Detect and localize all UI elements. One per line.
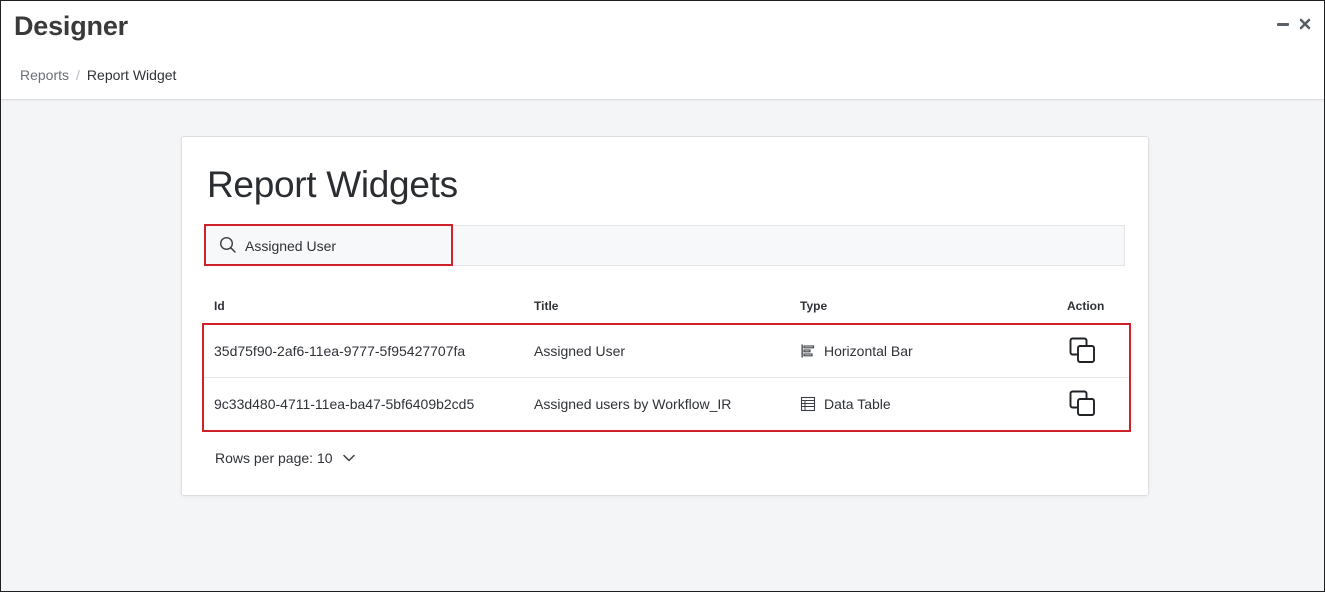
rows-highlight-box bbox=[202, 323, 1131, 432]
report-widgets-card: Report Widgets Id Title Type Action 35d7… bbox=[181, 136, 1149, 496]
search-icon bbox=[219, 236, 236, 253]
app-window: Designer Reports / Report Widget Report … bbox=[0, 0, 1325, 592]
search-input[interactable] bbox=[245, 226, 645, 265]
rows-per-page-label: Rows per page: 10 bbox=[215, 450, 333, 466]
chevron-down-icon bbox=[342, 454, 355, 462]
minimize-icon bbox=[1277, 22, 1289, 26]
app-header: Designer Reports / Report Widget bbox=[1, 1, 1324, 100]
column-header-type[interactable]: Type bbox=[800, 299, 827, 313]
breadcrumb-reports-link[interactable]: Reports bbox=[20, 67, 69, 83]
column-header-id[interactable]: Id bbox=[214, 299, 225, 313]
rows-per-page-select[interactable]: Rows per page: 10 bbox=[215, 450, 356, 466]
breadcrumb: Reports / Report Widget bbox=[20, 67, 176, 83]
breadcrumb-current: Report Widget bbox=[86, 67, 177, 83]
page-title: Report Widgets bbox=[207, 164, 458, 205]
search-bar[interactable] bbox=[204, 225, 1125, 266]
app-title: Designer bbox=[14, 11, 128, 41]
window-controls bbox=[1276, 15, 1312, 33]
column-header-title[interactable]: Title bbox=[534, 299, 558, 313]
column-header-action: Action bbox=[1067, 299, 1105, 313]
minimize-button[interactable] bbox=[1276, 15, 1290, 33]
breadcrumb-separator: / bbox=[76, 67, 80, 83]
close-button[interactable] bbox=[1298, 15, 1312, 33]
close-icon bbox=[1299, 18, 1311, 30]
